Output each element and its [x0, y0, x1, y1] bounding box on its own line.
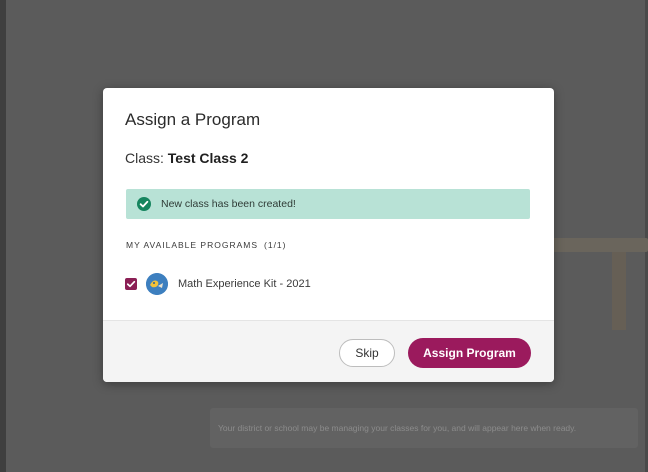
- skip-button[interactable]: Skip: [339, 339, 395, 367]
- program-name: Math Experience Kit - 2021: [178, 278, 311, 290]
- assign-program-dialog: Assign a Program Class: Test Class 2 New…: [103, 88, 554, 382]
- dialog-footer: Skip Assign Program: [103, 320, 554, 382]
- window-edge-left: [0, 0, 6, 472]
- programs-count: (1/1): [264, 240, 287, 250]
- program-logo-icon: [146, 273, 168, 295]
- background-table-leg: [612, 252, 626, 330]
- screen: Your district or school may be managing …: [0, 0, 648, 472]
- background-table-top: [548, 238, 648, 252]
- section-heading-label: MY AVAILABLE PROGRAMS: [126, 240, 259, 250]
- success-alert: New class has been created!: [126, 189, 530, 219]
- dialog-title: Assign a Program: [125, 110, 261, 129]
- alert-message: New class has been created!: [161, 198, 296, 210]
- check-circle-icon: [137, 197, 151, 211]
- class-line: Class: Test Class 2: [125, 150, 248, 166]
- program-checkbox[interactable]: [125, 278, 137, 290]
- program-row[interactable]: Math Experience Kit - 2021: [125, 272, 525, 298]
- background-notice-text: Your district or school may be managing …: [218, 423, 577, 433]
- available-programs-heading: MY AVAILABLE PROGRAMS (1/1): [126, 240, 287, 250]
- assign-program-button[interactable]: Assign Program: [408, 338, 531, 368]
- class-name: Test Class 2: [167, 150, 249, 166]
- class-label: Class:: [125, 150, 164, 166]
